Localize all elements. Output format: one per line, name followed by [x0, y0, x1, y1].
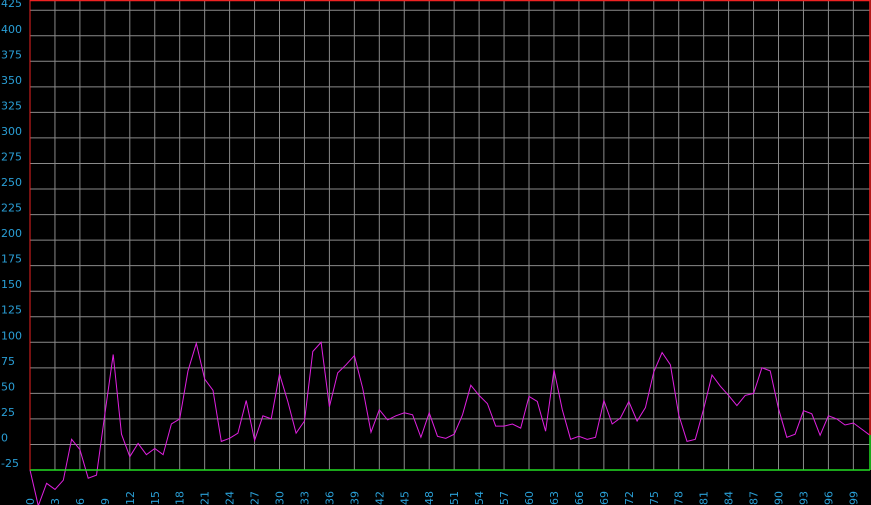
x-tick-label: 15	[149, 491, 162, 505]
x-tick-label: 51	[448, 491, 461, 505]
x-tick-label: 0	[24, 498, 37, 505]
y-tick-label: 275	[1, 150, 22, 163]
series-lines	[29, 341, 871, 505]
y-tick-label: 0	[1, 431, 8, 444]
x-tick-label: 24	[224, 491, 237, 505]
x-tick-label: 6	[74, 498, 87, 505]
y-tick-label: 225	[1, 202, 22, 215]
x-tick-label: 66	[573, 491, 586, 505]
x-tick-label: 27	[249, 491, 262, 505]
x-tick-label: 96	[822, 491, 835, 505]
line-chart: -250255075100125150175200225250275300325…	[1, 0, 871, 505]
x-tick-label: 84	[723, 491, 736, 505]
y-tick-label: 25	[1, 406, 15, 419]
y-tick-label: 300	[1, 125, 22, 138]
y-tick-label: -25	[1, 457, 19, 470]
x-tick-label: 72	[623, 491, 636, 505]
x-axis-tick-labels: 0 3 6 9 12 15 18 21 24 27 30 33 36 39 42 45 48 51 54 57 60 63…	[24, 491, 860, 505]
x-tick-label: 21	[199, 491, 212, 505]
x-tick-label: 69	[598, 491, 611, 505]
y-tick-label: 375	[1, 48, 22, 61]
x-tick-label: 57	[498, 491, 511, 505]
y-tick-label: 425	[1, 0, 22, 10]
x-tick-label: 39	[348, 491, 361, 505]
y-tick-label: 125	[1, 304, 22, 317]
y-tick-label: 250	[1, 176, 22, 189]
y-tick-label: 50	[1, 380, 15, 393]
x-tick-label: 60	[523, 491, 536, 505]
x-tick-label: 3	[49, 498, 62, 505]
plot-frame	[29, 0, 871, 471]
x-tick-label: 99	[847, 491, 860, 505]
x-tick-label: 42	[373, 491, 386, 505]
x-tick-label: 93	[797, 491, 810, 505]
x-tick-label: 12	[124, 491, 137, 505]
y-tick-label: 350	[1, 74, 22, 87]
x-tick-label: 33	[298, 491, 311, 505]
x-tick-label: 54	[473, 491, 486, 505]
series-line	[29, 341, 871, 505]
x-tick-label: 81	[698, 491, 711, 505]
y-tick-label: 75	[1, 355, 15, 368]
x-tick-label: 63	[548, 491, 561, 505]
y-tick-label: 150	[1, 278, 22, 291]
y-tick-label: 100	[1, 329, 22, 342]
x-tick-label: 9	[99, 498, 112, 505]
x-tick-label: 18	[174, 491, 187, 505]
x-tick-label: 30	[274, 491, 287, 505]
x-tick-label: 75	[648, 491, 661, 505]
y-tick-label: 175	[1, 253, 22, 266]
y-tick-label: 200	[1, 227, 22, 240]
grid-lines	[29, 0, 870, 471]
x-tick-label: 48	[423, 491, 436, 505]
x-tick-label: 78	[673, 491, 686, 505]
x-tick-label: 45	[398, 491, 411, 505]
x-tick-label: 87	[748, 491, 761, 505]
y-tick-label: 325	[1, 99, 22, 112]
chart-area: -25 0 25 50 75 100 125 150 175 200 225 250 275 300 325…	[0, 0, 871, 505]
x-tick-label: 90	[773, 491, 786, 505]
y-tick-label: 400	[1, 23, 22, 36]
x-tick-label: 36	[323, 491, 336, 505]
y-axis-tick-labels: -25 0 25 50 75 100 125 150 175 200 225 250 275 300 325…	[1, 0, 22, 470]
